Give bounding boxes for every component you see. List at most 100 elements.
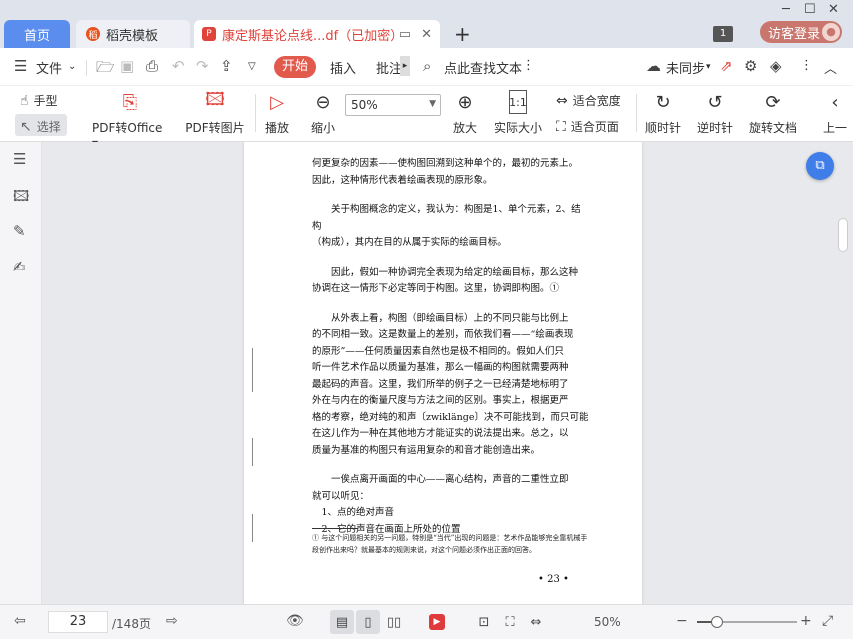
fit-page-button[interactable]: ⛶ 适合页面 (556, 118, 619, 135)
prev-page-icon[interactable]: ⇦ (14, 613, 26, 629)
single-page-continuous-icon[interactable]: ▤ (330, 610, 354, 634)
minimize-icon[interactable]: ─ (782, 2, 790, 17)
fullscreen-icon[interactable]: ⤢ (822, 613, 833, 629)
tab-close-icon[interactable]: ✕ (421, 27, 432, 42)
menu-annotate[interactable]: 批注 (376, 58, 402, 77)
text-line: 1、点的绝对声音 (321, 507, 395, 518)
window-count-badge[interactable]: 1 (713, 26, 733, 42)
skin-icon[interactable]: ◈ (770, 57, 782, 75)
menu-file[interactable]: 文件 (36, 58, 62, 77)
login-button[interactable]: 访客登录 ● (760, 21, 842, 43)
divider (86, 60, 87, 76)
rotate-document-button[interactable]: ⟳ 旋转文档 (748, 90, 798, 136)
floating-tool-icon[interactable]: ⧉ (806, 152, 834, 180)
menu-scroll-right-icon[interactable]: ▸ (400, 56, 410, 76)
single-page-icon[interactable]: ▯ (356, 610, 380, 634)
window-close-icon[interactable]: ✕ (828, 2, 839, 17)
more-dropdown-icon[interactable]: ▽ (248, 61, 256, 72)
fit-width-label: 适合宽度 (572, 94, 621, 108)
zoom-out-button[interactable]: ⊖ 缩小 (308, 90, 338, 136)
double-page-icon[interactable]: ▯▯ (382, 610, 406, 634)
divider (255, 94, 256, 132)
thumbnail-icon[interactable]: 🖾 (13, 186, 29, 211)
zoom-out-status-icon[interactable]: − (676, 613, 688, 629)
eye-protection-icon[interactable]: 👁 (286, 613, 304, 629)
actual-size-status-icon[interactable]: ⊡ (472, 610, 496, 634)
pdf-to-office-button[interactable]: ⎘ PDF转Office ▾ (92, 90, 168, 151)
text-line: 听一件艺术作品以质量为基准，那么一幅画的构图就需要两种 (312, 362, 569, 373)
actual-size-button[interactable]: 1:1 实际大小 (492, 90, 544, 136)
more-options-icon[interactable]: ⋮ (522, 58, 535, 73)
open-folder-icon[interactable]: 🗁 (96, 57, 115, 82)
tab-document-label: 康定斯基论点线...df（已加密） (222, 28, 404, 44)
tab-home-label: 首页 (23, 28, 50, 44)
fit-width-status-icon[interactable]: ⇔ (524, 610, 548, 634)
sync-status[interactable]: 未同步 (666, 58, 705, 77)
text-line: 的不同相一致。这是数量上的差别，而依我们看——“绘画表现 (312, 329, 574, 340)
annotation-tool-icon[interactable]: ✎ (13, 222, 26, 240)
play-button[interactable]: ▷ 播放 (262, 90, 292, 136)
signature-icon[interactable]: ✍ (13, 258, 26, 276)
prev-label: 上一 (822, 121, 847, 135)
text-line: 的原形”——任何质量因素自然也是极不相同的。假如人们只 (312, 345, 564, 357)
fit-page-label: 适合页面 (570, 120, 619, 134)
text-line: 外在与内在的衡量尺度与方法之间的区别。事实上，根据更严 (312, 395, 569, 406)
redo-icon[interactable]: ↷ (196, 57, 209, 75)
actual-size-icon: 1:1 (509, 90, 527, 114)
zoom-select[interactable]: 50% ▼ (345, 94, 441, 116)
outline-icon[interactable]: ☰ (13, 150, 26, 168)
hand-tool-button[interactable]: ☝ 手型 (20, 92, 58, 109)
page-total: /148页 (112, 617, 151, 631)
hamburger-icon[interactable]: ☰ (14, 57, 27, 75)
zoom-in-button[interactable]: ⊕ 放大 (450, 90, 480, 136)
rotate-clockwise-button[interactable]: ↻ 顺时针 (644, 90, 682, 136)
vertical-scrollbar[interactable] (838, 218, 848, 252)
select-label: 选择 (36, 120, 61, 134)
previous-page-button[interactable]: ‹ 上一 (818, 90, 852, 136)
menu-insert[interactable]: 插入 (330, 58, 356, 77)
collapse-ribbon-icon[interactable]: ︿ (824, 58, 837, 77)
fit-page-status-icon[interactable]: ⛶ (498, 610, 522, 634)
menu-start[interactable]: 开始 (274, 56, 316, 78)
chevron-down-icon[interactable]: ⌄ (68, 61, 76, 72)
footnote-divider (312, 528, 358, 529)
zoom-slider-knob[interactable] (711, 616, 723, 628)
share-icon[interactable]: ⇗ (720, 57, 733, 75)
text-line: 何更复杂的因素——使构图回溯到这种单个的，最初的元素上。 (312, 158, 579, 169)
next-page-icon[interactable]: ⇨ (166, 613, 178, 629)
slideshow-icon[interactable]: ▶ (429, 614, 445, 630)
document-viewer[interactable]: 何更复杂的因素——使构图回溯到这种单个的，最初的元素上。 因此，这种情形代表着绘画… (42, 142, 853, 604)
undo-icon[interactable]: ↶ (172, 57, 185, 75)
export-icon[interactable]: ⇪ (220, 57, 233, 75)
zoom-percentage: 50% (594, 615, 621, 629)
tab-preview-icon[interactable]: ▭ (399, 27, 411, 42)
page-number: • 23 • (538, 574, 569, 585)
zoom-slider[interactable] (697, 616, 797, 628)
page-number-input[interactable]: 23 (48, 611, 108, 633)
print-icon[interactable]: ⎙ (146, 57, 158, 75)
margin-mark (252, 438, 253, 466)
new-tab-icon[interactable]: + (454, 22, 471, 46)
save-icon[interactable]: ▣ (120, 57, 134, 75)
title-bar: 首页 稻 稻壳模板 P 康定斯基论点线...df（已加密） ▭ ✕ + 1 访客… (0, 0, 853, 48)
cloud-icon: ☁ (646, 57, 661, 75)
tab-home[interactable]: 首页 (4, 20, 70, 48)
zoom-out-label: 缩小 (310, 121, 335, 135)
maximize-icon[interactable]: ☐ (804, 2, 816, 17)
margin-mark (252, 514, 253, 542)
tab-document[interactable]: P 康定斯基论点线...df（已加密） ▭ ✕ (194, 20, 440, 48)
rotate-ccw-icon: ↺ (707, 91, 723, 113)
sync-dropdown-icon[interactable]: ▾ (706, 62, 711, 72)
rotate-counterclockwise-button[interactable]: ↺ 逆时针 (696, 90, 734, 136)
more-icon[interactable]: ⋮ (800, 58, 813, 73)
pdf-to-image-button[interactable]: 🖾 PDF转图片 (184, 89, 246, 136)
tab-templates[interactable]: 稻 稻壳模板 (76, 20, 190, 48)
zoom-in-status-icon[interactable]: + (800, 613, 812, 629)
rotate-cw-label: 顺时针 (644, 121, 681, 135)
search-text-button[interactable]: 点此查找文本 (444, 58, 522, 77)
settings-icon[interactable]: ⚙ (744, 57, 757, 75)
fit-width-button[interactable]: ⇔ 适合宽度 (556, 92, 621, 109)
select-tool-button[interactable]: ↖ 选择 (20, 118, 61, 135)
menu-bar: ☰ 文件 ⌄ 🗁 ▣ ⎙ ↶ ↷ ⇪ ▽ 开始 插入 批注 ▸ ⌕ 点此查找文本… (0, 48, 853, 86)
